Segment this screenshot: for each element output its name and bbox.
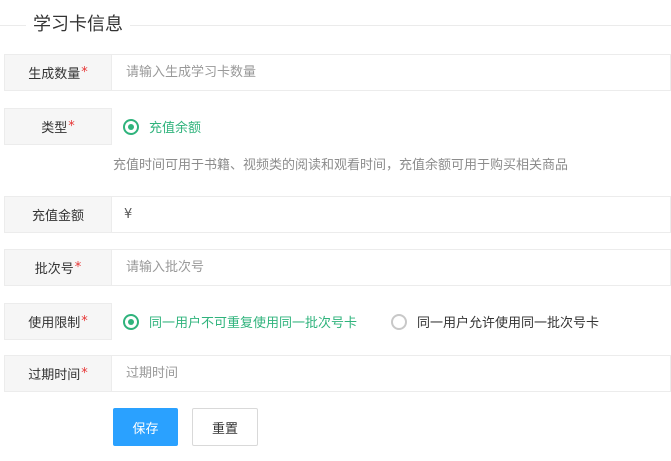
type-hint: 充值时间可用于书籍、视频类的阅读和观看时间，充值余额可用于购买相关商品 — [113, 158, 569, 173]
section-header: 学习卡信息 — [0, 0, 671, 37]
limit-label-text: 使用限制 — [28, 316, 81, 331]
form-row-type: 类型 * 充值余额 — [4, 108, 671, 145]
expiry-input-wrapper — [112, 355, 671, 392]
type-radio-balance-label: 充值余额 — [149, 121, 202, 136]
form-row-batch: 批次号 * — [4, 249, 671, 286]
type-radio-group: 充值余额 — [123, 108, 235, 145]
expiry-input[interactable] — [124, 365, 670, 382]
batch-label-text: 批次号 — [34, 262, 74, 277]
count-input-wrapper — [112, 54, 671, 91]
radio-unchecked-icon — [391, 313, 408, 330]
form-row-limit: 使用限制 * 同一用户不可重复使用同一批次号卡 同一用户允许使用同一批次号卡 — [4, 303, 671, 340]
amount-label: 充值金额 — [4, 196, 112, 233]
batch-input[interactable] — [124, 259, 670, 276]
expiry-label-text: 过期时间 — [28, 368, 81, 383]
limit-radio-group: 同一用户不可重复使用同一批次号卡 同一用户允许使用同一批次号卡 — [123, 303, 633, 340]
expiry-label: 过期时间 * — [4, 355, 112, 392]
count-label-text: 生成数量 — [28, 67, 81, 82]
amount-label-text: 充值金额 — [31, 209, 84, 224]
amount-input-wrapper: ¥ — [112, 196, 671, 233]
limit-radio-allow-repeat-label: 同一用户允许使用同一批次号卡 — [417, 316, 600, 331]
limit-label: 使用限制 * — [4, 303, 112, 340]
required-mark: * — [81, 366, 88, 381]
type-label: 类型 * — [4, 108, 112, 145]
limit-radio-no-repeat[interactable]: 同一用户不可重复使用同一批次号卡 — [123, 312, 357, 331]
batch-label: 批次号 * — [4, 249, 112, 286]
required-mark: * — [74, 260, 82, 275]
required-mark: * — [81, 314, 88, 329]
count-label: 生成数量 * — [4, 54, 112, 91]
reset-button[interactable]: 重置 — [192, 408, 258, 446]
save-button[interactable]: 保存 — [113, 408, 178, 446]
radio-checked-icon — [123, 313, 139, 330]
currency-symbol: ¥ — [124, 207, 133, 222]
count-input[interactable] — [124, 64, 670, 81]
form-row-amount: 充值金额 ¥ — [4, 196, 671, 233]
required-mark: * — [68, 119, 75, 134]
type-radio-balance[interactable]: 充值余额 — [123, 117, 201, 136]
type-label-text: 类型 — [41, 121, 68, 136]
form-row-count: 生成数量 * — [4, 54, 671, 91]
section-title: 学习卡信息 — [26, 13, 130, 37]
amount-input[interactable] — [138, 206, 670, 223]
limit-radio-no-repeat-label: 同一用户不可重复使用同一批次号卡 — [149, 316, 358, 331]
required-mark: * — [81, 65, 88, 80]
form-row-expiry: 过期时间 * — [4, 355, 671, 392]
radio-checked-icon — [123, 118, 139, 135]
limit-radio-allow-repeat[interactable]: 同一用户允许使用同一批次号卡 — [391, 312, 599, 331]
batch-input-wrapper — [112, 249, 671, 286]
